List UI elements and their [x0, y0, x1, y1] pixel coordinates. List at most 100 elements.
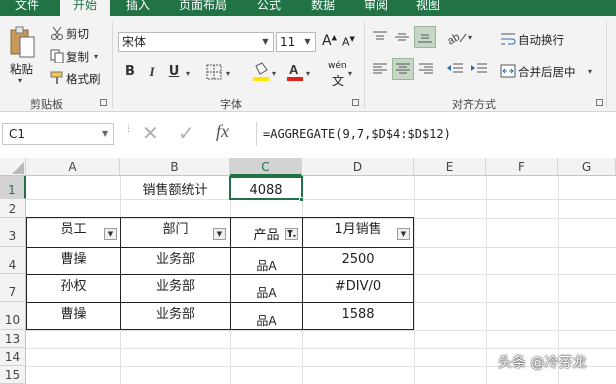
middle-align-icon[interactable] — [394, 30, 410, 47]
watermark: 头条 @冷芬龙 — [498, 355, 587, 371]
formula-input[interactable]: =AGGREGATE(9,7,$D$4:$D$12) — [256, 122, 616, 146]
bold-button[interactable]: B — [122, 63, 138, 81]
cut-button[interactable]: 剪切 — [66, 26, 89, 42]
font-launcher-icon[interactable] — [352, 99, 359, 106]
font-color-icon[interactable]: A — [286, 62, 304, 85]
format-painter-icon — [50, 71, 64, 88]
merge-center-icon — [500, 64, 516, 81]
font-color-dropdown-icon[interactable]: ▾ — [306, 69, 310, 78]
worksheet-grid[interactable]: A B C D E F G 1 2 3 4 7 10 13 14 15 销售额统… — [0, 158, 616, 384]
tab-review[interactable]: 审阅 — [356, 0, 396, 16]
underline-button[interactable]: U — [166, 63, 182, 81]
orientation-icon[interactable]: ab — [445, 28, 468, 49]
font-size-combo[interactable]: 11 ▼ — [276, 32, 316, 52]
merge-center-button[interactable]: 合并后居中 — [518, 64, 576, 80]
cancel-formula-button[interactable]: ✕ — [142, 121, 159, 145]
filter-dropdown-icon[interactable]: ▼ — [213, 228, 226, 240]
grow-font-button[interactable]: A▲ — [322, 33, 337, 49]
row-header-15[interactable]: 15 — [0, 366, 26, 384]
cell-d7[interactable]: #DIV/0 — [303, 275, 413, 302]
insert-function-button[interactable]: fx — [216, 121, 229, 142]
tab-data[interactable]: 数据 — [302, 0, 344, 16]
tab-page-layout[interactable]: 页面布局 — [170, 0, 236, 16]
borders-dropdown-icon[interactable]: ▾ — [226, 69, 230, 78]
cut-icon — [50, 26, 64, 43]
row-header-4[interactable]: 4 — [0, 247, 26, 274]
column-header-e[interactable]: E — [414, 158, 486, 176]
copy-button[interactable]: 复制 — [66, 49, 89, 65]
cell-b10[interactable]: 业务部 — [121, 303, 230, 329]
cell-c4[interactable]: 品A — [231, 248, 302, 274]
paste-icon[interactable] — [10, 26, 36, 60]
column-header-c[interactable]: C — [230, 158, 302, 176]
tab-view[interactable]: 视图 — [408, 0, 448, 16]
cell-d10[interactable]: 1588 — [303, 303, 413, 329]
column-header-f[interactable]: F — [486, 158, 558, 176]
tab-file[interactable]: 文件 — [0, 0, 54, 16]
borders-icon[interactable] — [206, 64, 222, 83]
active-cell-selection — [229, 176, 303, 200]
cell-a10[interactable]: 曹操 — [27, 303, 120, 329]
decrease-indent-icon[interactable] — [446, 62, 464, 79]
filter-dropdown-icon[interactable]: ▼ — [397, 228, 410, 240]
filter-active-icon[interactable] — [285, 228, 298, 240]
enter-formula-button[interactable]: ✓ — [178, 121, 195, 145]
tab-home[interactable]: 开始 — [60, 0, 110, 17]
italic-button[interactable]: I — [144, 63, 160, 81]
bottom-align-icon[interactable] — [414, 26, 436, 48]
row-header-7[interactable]: 7 — [0, 274, 26, 302]
column-header-d[interactable]: D — [302, 158, 414, 176]
font-name-combo[interactable]: 宋体 ▼ — [118, 32, 274, 52]
clipboard-launcher-icon[interactable] — [100, 99, 107, 106]
increase-indent-icon[interactable] — [470, 62, 488, 79]
row-header-3[interactable]: 3 — [0, 218, 26, 247]
alignment-launcher-icon[interactable] — [596, 99, 603, 106]
row-header-1[interactable]: 1 — [0, 176, 26, 199]
tab-insert[interactable]: 插入 — [116, 0, 160, 16]
format-painter-button[interactable]: 格式刷 — [66, 71, 101, 87]
cell-c7[interactable]: 品A — [231, 275, 302, 302]
font-name-dropdown-icon[interactable]: ▼ — [259, 34, 272, 50]
align-left-icon[interactable] — [372, 62, 388, 79]
phonetic-button[interactable]: wén — [328, 61, 347, 71]
align-center-icon[interactable] — [392, 58, 414, 80]
wrap-text-button[interactable]: 自动换行 — [518, 32, 564, 48]
phonetic-dropdown-icon[interactable]: ▾ — [348, 69, 352, 78]
row-header-2[interactable]: 2 — [0, 199, 26, 218]
cell-a4[interactable]: 曹操 — [27, 248, 120, 274]
cell-a7[interactable]: 孙权 — [27, 275, 120, 302]
column-header-g[interactable]: G — [558, 158, 616, 176]
fill-handle[interactable] — [299, 197, 304, 202]
tab-formulas[interactable]: 公式 — [248, 0, 290, 16]
name-box-value: C1 — [9, 127, 26, 141]
cell-b7[interactable]: 业务部 — [121, 275, 230, 302]
paste-button[interactable]: 粘贴 — [10, 61, 33, 77]
cell-b1[interactable]: 销售额统计 — [120, 176, 230, 199]
fill-color-dropdown-icon[interactable]: ▾ — [272, 69, 276, 78]
orientation-dropdown-icon[interactable]: ▾ — [468, 33, 472, 42]
merge-center-dropdown-icon[interactable]: ▾ — [588, 67, 592, 76]
select-all-corner[interactable] — [0, 158, 26, 176]
row-header-13[interactable]: 13 — [0, 330, 26, 348]
cell-c10[interactable]: 品A — [231, 303, 302, 329]
formula-bar-grip-icon: ⋮ — [124, 124, 133, 134]
column-header-a[interactable]: A — [26, 158, 120, 176]
row-header-10[interactable]: 10 — [0, 302, 26, 330]
name-box-dropdown-icon[interactable]: ▼ — [102, 129, 108, 138]
top-align-icon[interactable] — [372, 30, 388, 47]
align-right-icon[interactable] — [418, 62, 434, 79]
copy-dropdown-icon[interactable]: ▾ — [94, 52, 98, 61]
grow-font-icon: A — [322, 33, 332, 49]
fill-color-icon[interactable] — [252, 62, 270, 85]
underline-dropdown-icon[interactable]: ▾ — [186, 69, 190, 78]
font-size-dropdown-icon[interactable]: ▼ — [301, 34, 314, 50]
name-box[interactable]: C1 — [2, 123, 114, 145]
column-header-b[interactable]: B — [120, 158, 230, 176]
cell-d4[interactable]: 2500 — [303, 248, 413, 274]
row-header-14[interactable]: 14 — [0, 348, 26, 366]
filter-dropdown-icon[interactable]: ▼ — [104, 228, 117, 240]
gridline — [486, 176, 487, 384]
shrink-font-button[interactable]: A▼ — [342, 35, 355, 49]
paste-dropdown-icon[interactable]: ▾ — [18, 76, 22, 85]
cell-b4[interactable]: 业务部 — [121, 248, 230, 274]
